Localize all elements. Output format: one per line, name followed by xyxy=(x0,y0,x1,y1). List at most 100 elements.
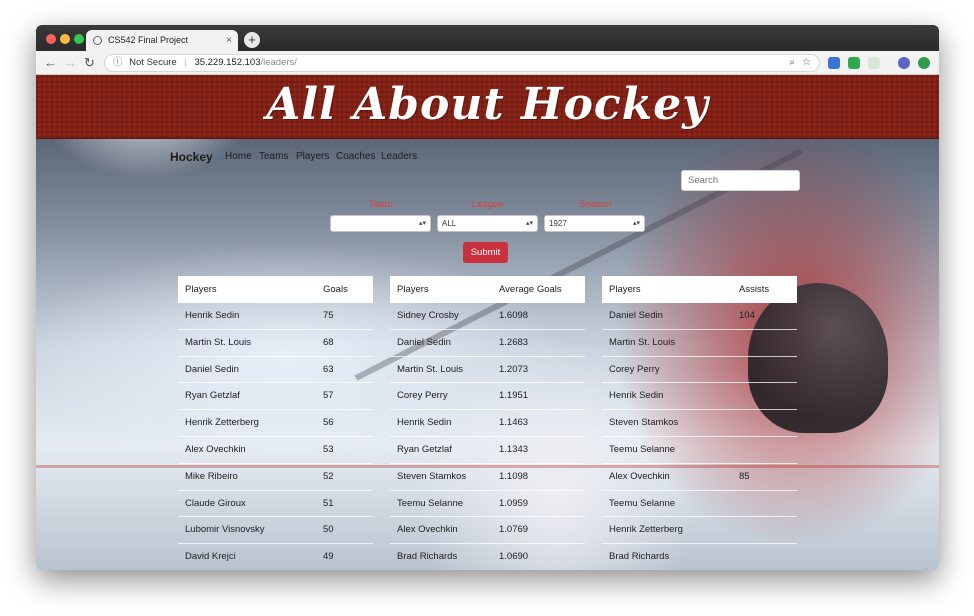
season-filter-label: Season xyxy=(579,199,612,210)
select-arrows-icon: ▴▾ xyxy=(525,220,533,227)
stat-value: 1.0769 xyxy=(499,524,529,536)
table-header: Players Assists xyxy=(602,276,797,303)
player-name: Daniel Sedin xyxy=(609,310,663,321)
close-window-button[interactable] xyxy=(46,34,56,44)
stat-value: 1.0959 xyxy=(499,497,529,509)
table-row: Ryan Getzlaf 57 xyxy=(178,383,373,411)
stat-value: 1.2073 xyxy=(499,363,529,375)
table-row: Alex Ovechkin 1.0769 xyxy=(390,517,585,545)
address-bar[interactable]: ⓘ Not Secure | 35.229.152.103/leaders/ ⌕… xyxy=(104,54,820,72)
stat-value: 63 xyxy=(323,363,334,375)
table-row: Henrik Zetterberg 56 xyxy=(178,410,373,437)
column-header: Players xyxy=(609,284,641,295)
team-select[interactable]: ▴▾ xyxy=(330,215,431,232)
extension-green-icon[interactable] xyxy=(918,57,930,69)
table-row: Henrik Sedin 1.1463 xyxy=(390,410,585,437)
player-name: Alex Ovechkin xyxy=(397,524,458,536)
extension-evernote-icon[interactable] xyxy=(848,57,860,69)
site-banner: All About Hockey xyxy=(36,75,939,139)
league-select-value: ALL xyxy=(442,219,457,228)
stat-value: 49 xyxy=(323,551,334,563)
table-row: Henrik Zetterberg xyxy=(602,517,797,545)
column-header: Goals xyxy=(323,284,348,295)
nav-link-coaches[interactable]: Coaches xyxy=(336,151,375,162)
nav-link-leaders[interactable]: Leaders xyxy=(381,151,417,162)
player-name: Teemu Selanne xyxy=(397,497,464,509)
player-name: Brad Richards xyxy=(397,551,458,563)
column-header: Average Goals xyxy=(499,284,562,295)
bookmark-star-icon[interactable]: ☆ xyxy=(802,55,811,71)
table-row: Alex Ovechkin 85 xyxy=(602,464,797,491)
table-row: Lubomir Visnovsky 50 xyxy=(178,517,373,545)
table-row: Mike Ribeiro 52 xyxy=(178,464,373,491)
stat-value: 1.6098 xyxy=(499,310,529,321)
player-name: Martin St. Louis xyxy=(185,336,251,348)
tab-close-icon[interactable]: × xyxy=(226,30,232,51)
stat-value: 56 xyxy=(323,417,334,429)
reload-icon[interactable]: ↻ xyxy=(84,54,95,72)
select-arrows-icon: ▴▾ xyxy=(632,220,640,227)
table-row: Henrik Sedin xyxy=(602,383,797,411)
player-name: Claude Giroux xyxy=(185,497,246,509)
info-icon[interactable]: ⓘ xyxy=(113,57,123,68)
player-name: Henrik Zetterberg xyxy=(185,417,259,429)
player-name: Martin St. Louis xyxy=(397,363,463,375)
back-arrow-icon[interactable]: ← xyxy=(44,54,57,72)
tab-strip: CS542 Final Project × + xyxy=(36,25,939,51)
nav-link-home[interactable]: Home xyxy=(225,151,252,162)
player-name: Ryan Getzlaf xyxy=(397,443,452,455)
zoom-icon[interactable]: ⌕ xyxy=(789,55,795,71)
table-row: Daniel Sedin 1.2683 xyxy=(390,330,585,357)
table-row: Teemu Selanne xyxy=(602,491,797,518)
maximize-window-button[interactable] xyxy=(74,34,84,44)
stat-value: 53 xyxy=(323,443,334,455)
stat-value: 52 xyxy=(323,470,334,482)
stat-value: 85 xyxy=(739,470,750,482)
extension-note-icon[interactable] xyxy=(868,57,880,69)
nav-link-players[interactable]: Players xyxy=(296,151,329,162)
search-input[interactable] xyxy=(681,170,800,191)
player-name: Henrik Sedin xyxy=(185,310,240,321)
assists-leaders-table: Players Assists Daniel Sedin 104 Martin S… xyxy=(602,276,797,570)
league-select[interactable]: ALL ▴▾ xyxy=(437,215,538,232)
player-name: Alex Ovechkin xyxy=(185,443,246,455)
url-path: /leaders/ xyxy=(260,57,297,68)
navbar-brand[interactable]: Hockey xyxy=(170,150,213,164)
table-header: Players Goals xyxy=(178,276,373,303)
player-name: Corey Perry xyxy=(397,390,448,402)
stat-value: 1.1098 xyxy=(499,470,529,482)
browser-toolbar: ← → ↻ ⓘ Not Secure | 35.229.152.103/lead… xyxy=(36,51,939,75)
page-favicon-icon xyxy=(93,36,102,45)
nav-link-teams[interactable]: Teams xyxy=(259,151,288,162)
player-name: Steven Stamkos xyxy=(609,417,679,429)
player-name: Steven Stamkos xyxy=(397,470,467,482)
table-row: Alex Ovechkin 53 xyxy=(178,437,373,464)
player-name: Teemu Selanne xyxy=(609,443,676,455)
minimize-window-button[interactable] xyxy=(60,34,70,44)
select-arrows-icon: ▴▾ xyxy=(418,220,426,227)
stat-value: 50 xyxy=(323,524,334,536)
stat-value: 57 xyxy=(323,390,334,402)
average-goals-leaders-table: Players Average Goals Sidney Crosby 1.609… xyxy=(390,276,585,570)
player-name: Daniel Sedin xyxy=(397,336,451,348)
new-tab-button[interactable]: + xyxy=(244,32,260,48)
tab-cs542-final-project[interactable]: CS542 Final Project × xyxy=(86,30,238,51)
season-select[interactable]: 1927 ▴▾ xyxy=(544,215,645,232)
table-row: Martin St. Louis xyxy=(602,330,797,357)
profile-avatar-icon[interactable] xyxy=(898,57,910,69)
player-name: Henrik Sedin xyxy=(609,390,664,402)
table-row: Brad Richards 1.0690 xyxy=(390,544,585,570)
stat-value: 75 xyxy=(323,310,334,321)
table-row: Martin St. Louis 68 xyxy=(178,330,373,357)
forward-arrow-icon[interactable]: → xyxy=(64,54,77,72)
table-row: Teemu Selanne xyxy=(602,437,797,464)
table-row: Daniel Sedin 63 xyxy=(178,357,373,384)
table-row: Martin St. Louis 1.2073 xyxy=(390,357,585,384)
stat-value: 1.1343 xyxy=(499,443,529,455)
stat-value: 68 xyxy=(323,336,334,348)
extension-docs-icon[interactable] xyxy=(828,57,840,69)
table-row: David Krejci 49 xyxy=(178,544,373,570)
player-name: Sidney Crosby xyxy=(397,310,459,321)
column-header: Assists xyxy=(739,284,770,295)
submit-button[interactable]: Submit xyxy=(463,242,508,263)
